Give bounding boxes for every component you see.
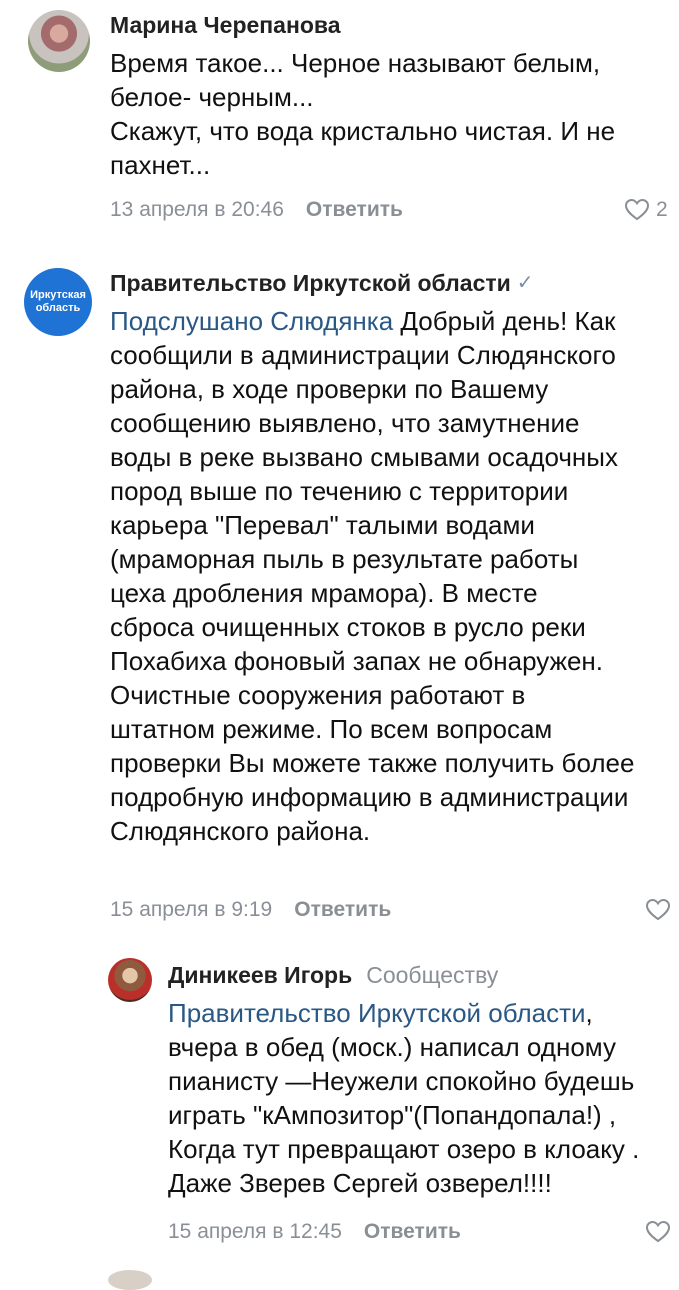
- verified-check-icon: ✓: [516, 272, 534, 294]
- comment-text-line: пахнет...: [110, 150, 211, 180]
- comment-text-line: Даже Зверев Сергей озверел!!!!: [168, 1168, 552, 1198]
- comment-author[interactable]: Марина Черепанова: [110, 12, 341, 39]
- comment-date[interactable]: 15 апреля в 12:45: [168, 1220, 342, 1244]
- mention-link[interactable]: Подслушано Слюдянка: [110, 306, 393, 336]
- comment-author: Правительство Иркутской области ✓: [110, 270, 534, 297]
- heart-icon: [624, 198, 650, 221]
- comment-date[interactable]: 15 апреля в 9:19: [110, 898, 272, 922]
- comment-text-fragment: ,: [585, 998, 593, 1028]
- comment-text-fragment: Добрый день! Как: [393, 306, 616, 336]
- comment-text-line: вчера в обед (моск.) написал одному: [168, 1032, 616, 1062]
- comment-text-line: штатном режиме. По всем вопросам: [110, 714, 553, 744]
- comment-meta: 15 апреля в 12:45 Ответить: [168, 1220, 461, 1244]
- comment-text-line: Скажут, что вода кристально чистая. И не: [110, 116, 616, 146]
- like-button[interactable]: [645, 898, 671, 922]
- comment-text-line: проверки Вы можете также получить более: [110, 748, 635, 778]
- comment-text-line: Похабиха фоновый запах не обнаружен.: [110, 646, 603, 676]
- comment-author: Диникеев Игорь Сообществу: [168, 962, 498, 989]
- comment-text-line: сброса очищенных стоков в русло реки: [110, 612, 586, 642]
- user-avatar[interactable]: [108, 958, 152, 1002]
- comment-text-line: Время такое... Черное называют белым,: [110, 48, 601, 78]
- like-button[interactable]: 2: [624, 198, 668, 222]
- next-comment-avatar[interactable]: [108, 1270, 152, 1290]
- comment-text-line: пианисту —Неужели спокойно будешь: [168, 1066, 635, 1096]
- comment-text-line: подробную информацию в администрации: [110, 782, 629, 812]
- community-reply-label: Сообществу: [366, 962, 499, 988]
- avatar-text: Иркутская: [30, 289, 86, 301]
- reply-button[interactable]: Ответить: [306, 198, 403, 222]
- reply-button[interactable]: Ответить: [294, 898, 391, 922]
- comment-text-line: сообщили в администрации Слюдянского: [110, 340, 616, 370]
- comment-text-line: Очистные сооружения работают в: [110, 680, 526, 710]
- author-name[interactable]: Диникеев Игорь: [168, 962, 352, 988]
- comment-text-line: сообщению выявлено, что замутнение: [110, 408, 580, 438]
- comment-text-line: цеха дробления мрамора). В месте: [110, 578, 538, 608]
- comment-text: Правительство Иркутской области, вчера в…: [168, 996, 673, 1200]
- comment-text-line: пород выше по течению с территории: [110, 476, 569, 506]
- comment-date[interactable]: 13 апреля в 20:46: [110, 198, 284, 222]
- comment-text: Время такое... Черное называют белым, бе…: [110, 46, 670, 182]
- comment-text: Подслушано Слюдянка Добрый день! Как соо…: [110, 304, 675, 848]
- comment-text-line: играть "кАмпозитор"(Попандопала!) ,: [168, 1100, 617, 1130]
- comment-text-line: района, в ходе проверки по Вашему: [110, 374, 549, 404]
- comment-text-line: воды в реке вызвано смывами осадочных: [110, 442, 618, 472]
- author-name[interactable]: Правительство Иркутской области: [110, 270, 511, 296]
- reply-button[interactable]: Ответить: [364, 1220, 461, 1244]
- comment-text-line: Правительство Иркутской области,: [168, 996, 673, 1030]
- user-avatar[interactable]: [28, 10, 90, 72]
- community-avatar[interactable]: Иркутская область: [24, 268, 92, 336]
- comment-text-line: карьера "Перевал" талыми водами: [110, 510, 535, 540]
- comment-text-line: Слюдянского района.: [110, 816, 371, 846]
- like-button[interactable]: [645, 1220, 671, 1244]
- comment-text-line: Когда тут превращают озеро в клоаку .: [168, 1134, 640, 1164]
- comment-text-line: Подслушано Слюдянка Добрый день! Как: [110, 304, 675, 338]
- comment-text-line: (мраморная пыль в результате работы: [110, 544, 579, 574]
- mention-link[interactable]: Правительство Иркутской области: [168, 998, 586, 1028]
- comment-meta: 15 апреля в 9:19 Ответить: [110, 898, 391, 922]
- heart-icon: [645, 898, 671, 921]
- likes-count: 2: [656, 198, 668, 221]
- comment-meta: 13 апреля в 20:46 Ответить: [110, 198, 403, 222]
- avatar-text: область: [35, 302, 81, 314]
- heart-icon: [645, 1220, 671, 1243]
- comment-text-line: белое- черным...: [110, 82, 314, 112]
